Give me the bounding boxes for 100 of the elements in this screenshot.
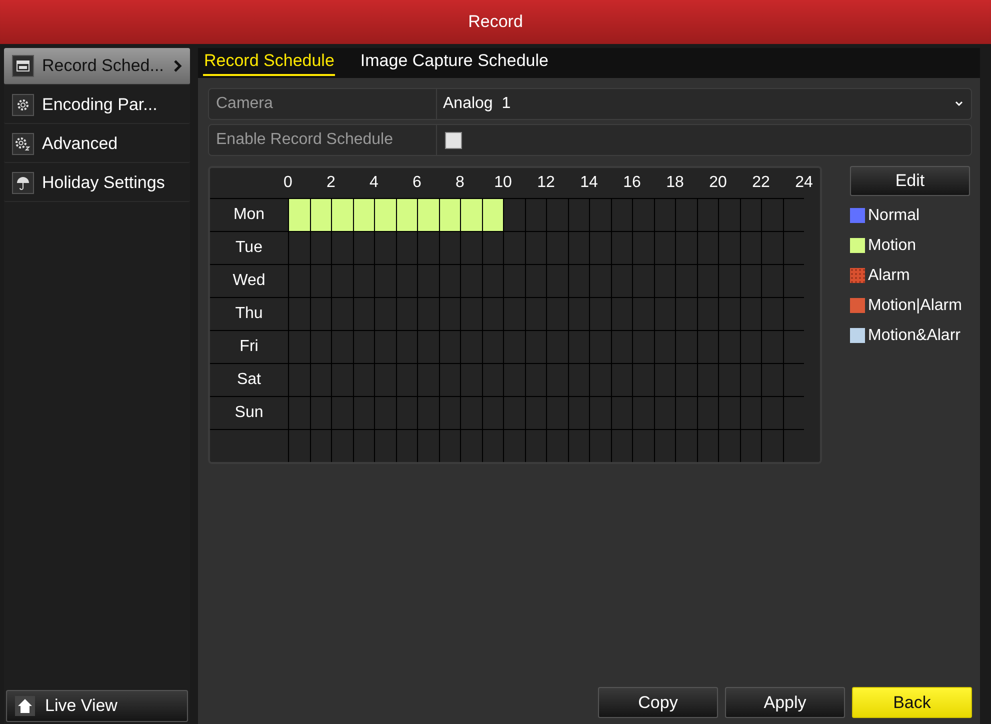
- schedule-cell[interactable]: [654, 264, 675, 297]
- schedule-cell[interactable]: [352, 429, 374, 462]
- schedule-cell[interactable]: [482, 429, 503, 462]
- schedule-cell[interactable]: [374, 297, 396, 330]
- schedule-cell[interactable]: [288, 396, 310, 429]
- schedule-cell[interactable]: [568, 297, 589, 330]
- schedule-cell[interactable]: [782, 330, 804, 363]
- schedule-cell[interactable]: [460, 297, 482, 330]
- action-button[interactable]: Apply: [725, 687, 845, 718]
- schedule-cell[interactable]: [374, 264, 396, 297]
- schedule-cell[interactable]: [761, 429, 782, 462]
- schedule-cell[interactable]: [718, 429, 740, 462]
- schedule-cell[interactable]: [460, 264, 482, 297]
- action-button[interactable]: Copy: [598, 687, 718, 718]
- schedule-cell[interactable]: [696, 198, 718, 231]
- schedule-cell[interactable]: [589, 297, 610, 330]
- schedule-cell[interactable]: [460, 231, 482, 264]
- schedule-cell[interactable]: [546, 396, 568, 429]
- schedule-cell[interactable]: [331, 429, 352, 462]
- schedule-cell[interactable]: [632, 231, 654, 264]
- schedule-cell[interactable]: [718, 330, 740, 363]
- schedule-cell[interactable]: [288, 198, 310, 231]
- schedule-cell[interactable]: [524, 396, 546, 429]
- schedule-cell[interactable]: [396, 330, 417, 363]
- schedule-cell[interactable]: [310, 231, 331, 264]
- schedule-cell[interactable]: [718, 198, 740, 231]
- schedule-cell[interactable]: [654, 330, 675, 363]
- schedule-cell[interactable]: [589, 396, 610, 429]
- schedule-cell[interactable]: [503, 264, 524, 297]
- edit-button[interactable]: Edit: [850, 166, 970, 196]
- schedule-cell[interactable]: [740, 231, 761, 264]
- schedule-cell[interactable]: [675, 198, 696, 231]
- sidebar-item[interactable]: Advanced: [4, 126, 190, 163]
- schedule-cell[interactable]: [352, 330, 374, 363]
- schedule-cell[interactable]: [740, 330, 761, 363]
- schedule-cell[interactable]: [546, 429, 568, 462]
- schedule-cell[interactable]: [761, 396, 782, 429]
- schedule-cell[interactable]: [460, 198, 482, 231]
- schedule-cell[interactable]: [632, 198, 654, 231]
- schedule-cell[interactable]: [331, 264, 352, 297]
- schedule-cell[interactable]: [417, 330, 438, 363]
- schedule-cell[interactable]: [503, 429, 524, 462]
- schedule-cell[interactable]: [610, 198, 632, 231]
- schedule-cell[interactable]: [288, 231, 310, 264]
- schedule-cell[interactable]: [589, 198, 610, 231]
- schedule-cell[interactable]: [740, 264, 761, 297]
- schedule-cell[interactable]: [610, 330, 632, 363]
- schedule-cell[interactable]: [310, 429, 331, 462]
- schedule-cell[interactable]: [546, 330, 568, 363]
- schedule-cell[interactable]: [610, 264, 632, 297]
- schedule-cell[interactable]: [482, 363, 503, 396]
- schedule-cell[interactable]: [761, 330, 782, 363]
- schedule-cell[interactable]: [718, 396, 740, 429]
- schedule-cell[interactable]: [589, 264, 610, 297]
- schedule-cell[interactable]: [740, 297, 761, 330]
- schedule-cell[interactable]: [524, 264, 546, 297]
- schedule-cell[interactable]: [417, 363, 438, 396]
- schedule-cell[interactable]: [782, 363, 804, 396]
- schedule-cell[interactable]: [761, 264, 782, 297]
- schedule-cell[interactable]: [610, 429, 632, 462]
- schedule-cell[interactable]: [782, 429, 804, 462]
- schedule-cell[interactable]: [438, 330, 460, 363]
- schedule-cell[interactable]: [438, 363, 460, 396]
- schedule-cell[interactable]: [482, 330, 503, 363]
- primary-button[interactable]: Back: [852, 687, 972, 718]
- schedule-cell[interactable]: [352, 264, 374, 297]
- schedule-cell[interactable]: [675, 396, 696, 429]
- checkbox[interactable]: [445, 132, 462, 148]
- schedule-cell[interactable]: [568, 396, 589, 429]
- schedule-cell[interactable]: [632, 363, 654, 396]
- schedule-cell[interactable]: [782, 198, 804, 231]
- schedule-cell[interactable]: [782, 231, 804, 264]
- schedule-cell[interactable]: [460, 330, 482, 363]
- schedule-cell[interactable]: [589, 330, 610, 363]
- schedule-cell[interactable]: [503, 330, 524, 363]
- schedule-cell[interactable]: [589, 429, 610, 462]
- schedule-cell[interactable]: [482, 231, 503, 264]
- schedule-cell[interactable]: [632, 429, 654, 462]
- schedule-cell[interactable]: [524, 297, 546, 330]
- schedule-cell[interactable]: [503, 363, 524, 396]
- schedule-cell[interactable]: [718, 297, 740, 330]
- schedule-cell[interactable]: [374, 396, 396, 429]
- schedule-cell[interactable]: [675, 330, 696, 363]
- schedule-cell[interactable]: [740, 429, 761, 462]
- schedule-cell[interactable]: [761, 231, 782, 264]
- schedule-cell[interactable]: [568, 264, 589, 297]
- schedule-cell[interactable]: [396, 297, 417, 330]
- schedule-cell[interactable]: [761, 297, 782, 330]
- schedule-cell[interactable]: [374, 363, 396, 396]
- schedule-cell[interactable]: [352, 363, 374, 396]
- schedule-cell[interactable]: [331, 297, 352, 330]
- schedule-cell[interactable]: [438, 231, 460, 264]
- schedule-cell[interactable]: [524, 231, 546, 264]
- schedule-cell[interactable]: [675, 363, 696, 396]
- schedule-cell[interactable]: [331, 363, 352, 396]
- schedule-cell[interactable]: [696, 330, 718, 363]
- schedule-cell[interactable]: [568, 330, 589, 363]
- schedule-cell[interactable]: [417, 396, 438, 429]
- schedule-cell[interactable]: [675, 231, 696, 264]
- schedule-cell[interactable]: [782, 396, 804, 429]
